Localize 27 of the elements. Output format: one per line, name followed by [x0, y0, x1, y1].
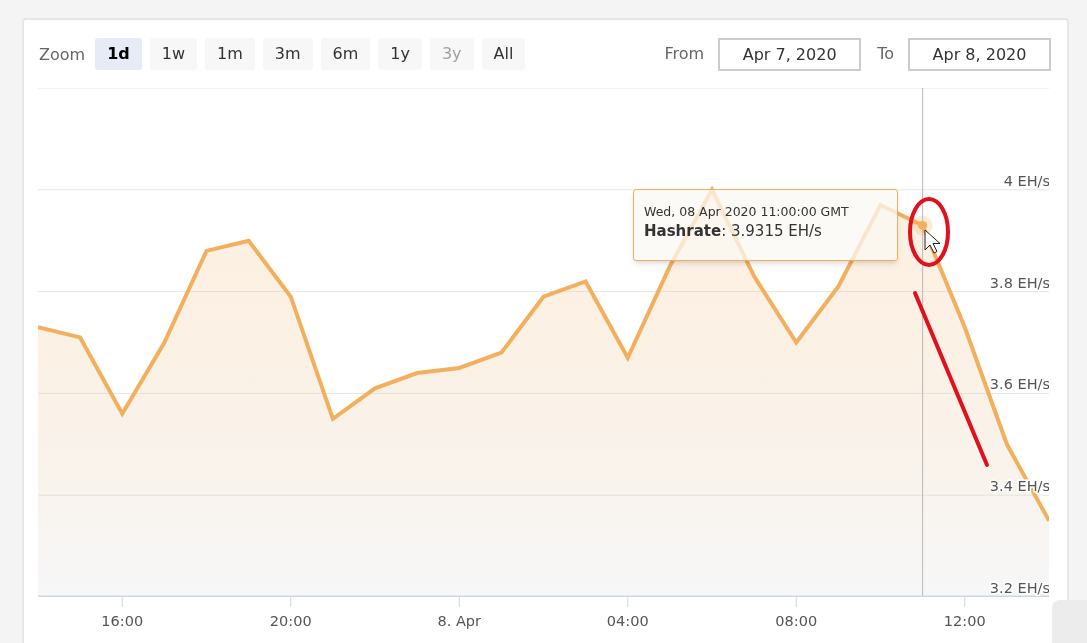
- cursor-icon: [924, 229, 941, 254]
- zoom-range-button[interactable]: 6m: [320, 38, 371, 70]
- x-axis-label: 20:00: [269, 613, 312, 629]
- to-date-field[interactable]: Apr 8, 2020: [908, 37, 1051, 71]
- zoom-range-button[interactable]: All: [481, 38, 526, 70]
- zoom-range-button[interactable]: 3m: [262, 38, 313, 70]
- annotation-ellipse: [908, 197, 950, 267]
- x-axis-label: 16:00: [101, 613, 144, 629]
- x-axis-label: 04:00: [606, 613, 649, 629]
- y-axis-label: 4 EH/s: [1003, 172, 1049, 189]
- x-axis-label: 8. Apr: [437, 613, 481, 629]
- tooltip-value: Hashrate: 3.9315 EH/s: [644, 221, 823, 242]
- hover-point: [912, 215, 933, 236]
- zoom-range-button[interactable]: 1d: [95, 38, 142, 70]
- y-axis-label: 3.8 EH/s: [989, 274, 1049, 291]
- zoom-range-button[interactable]: 1y: [378, 38, 422, 70]
- from-label: From: [664, 43, 705, 65]
- zoom-label: Zoom: [39, 44, 86, 66]
- from-date-field[interactable]: Apr 7, 2020: [718, 37, 862, 71]
- x-axis-label: 12:00: [943, 613, 986, 629]
- y-axis-label: 3.2 EH/s: [989, 580, 1049, 596]
- y-axis-label: 3.6 EH/s: [989, 376, 1049, 393]
- zoom-range-button[interactable]: 1w: [149, 38, 197, 70]
- tooltip-date: Wed, 08 Apr 2020 11:00:00 GMT: [644, 204, 850, 220]
- zoom-range-button[interactable]: 1m: [205, 38, 255, 70]
- x-axis-label: 08:00: [775, 613, 818, 629]
- to-label: To: [877, 43, 894, 65]
